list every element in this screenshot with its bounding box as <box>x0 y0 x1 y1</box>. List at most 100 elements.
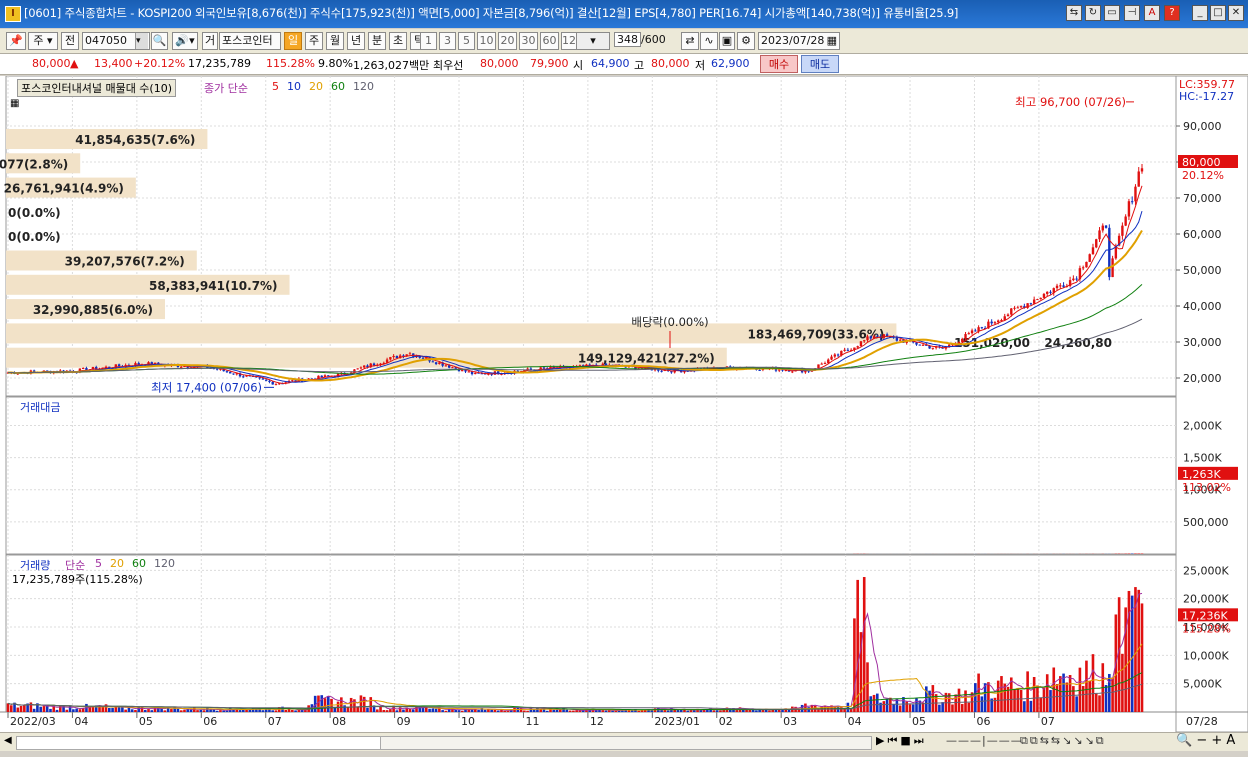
search-icon[interactable]: 🔍 <box>151 32 168 50</box>
volume-ratio: 115.28% <box>266 57 315 70</box>
grid-icon[interactable]: ▦ <box>10 98 19 109</box>
period-tab-3[interactable]: 년 <box>347 32 365 50</box>
volume-bar <box>1000 676 1003 712</box>
ask-value: 80,000 <box>480 57 519 70</box>
volume-bar <box>349 697 353 712</box>
amount-panel <box>5 396 1177 555</box>
interval-button-5[interactable]: 5 <box>458 32 475 50</box>
indicator-icon[interactable]: ∿ <box>700 32 718 50</box>
price-candle <box>604 363 608 366</box>
period-tab-0[interactable]: 일 <box>284 32 302 50</box>
period-tab-1[interactable]: 주 <box>305 32 323 50</box>
volume-bar <box>630 710 634 712</box>
minimize-button[interactable]: _ <box>1192 5 1208 21</box>
amount-legend[interactable]: 거래대금 <box>20 399 60 415</box>
volume-bar <box>117 707 121 712</box>
volume-bar <box>1003 683 1007 712</box>
compare-icon[interactable]: ⇄ <box>681 32 699 50</box>
volume-bar <box>1094 693 1098 712</box>
price-candle <box>974 330 977 332</box>
speaker-icon[interactable]: 🔊▾ <box>172 32 198 50</box>
volume-bar <box>434 708 438 712</box>
interval-input[interactable]: ▾ <box>576 32 610 50</box>
volume-bar <box>411 709 415 712</box>
x-tick-label: 06 <box>976 715 990 728</box>
refresh-icon[interactable]: ↻ <box>1085 5 1101 21</box>
price-legend-name[interactable]: 포스코인터내셔널 매물대 수(10) <box>17 79 177 97</box>
price-candle <box>444 365 448 367</box>
date-input[interactable]: 2023/07/28 ▦ <box>758 32 840 50</box>
count-field[interactable]: 348/600 <box>614 32 672 50</box>
sell-button[interactable]: 매도 <box>801 55 839 73</box>
volume-bar <box>389 709 392 712</box>
volume-bar <box>359 695 363 712</box>
volume-bar <box>457 710 461 712</box>
interval-button-60[interactable]: 60 <box>540 32 559 50</box>
close-button[interactable]: ✕ <box>1228 5 1244 21</box>
period-tab-5[interactable]: 초 <box>389 32 407 50</box>
stock-name-field[interactable]: 포스코인터 <box>219 32 281 50</box>
settings-icon[interactable]: ⚙ <box>737 32 755 50</box>
interval-button-1[interactable]: 1 <box>420 32 437 50</box>
open-label: 시 <box>573 59 584 72</box>
price-candle <box>1091 247 1095 255</box>
playback-controls[interactable]: ▶⏮■⏭ <box>876 734 927 748</box>
draw-tools[interactable]: ⧉⧉⇆⇆↘↘↘⧉ <box>1020 734 1106 748</box>
volume-bar <box>62 705 65 712</box>
zoom-slider[interactable]: ———|——— <box>946 734 1023 747</box>
scroll-thumb[interactable] <box>380 736 872 750</box>
amount-tick-label: 1,500K <box>1183 452 1222 465</box>
period-type-select[interactable]: 주 ▾ <box>28 32 58 50</box>
volume-bar <box>340 697 343 712</box>
volume-bar <box>980 696 984 712</box>
x-tick-label: 07 <box>1041 715 1055 728</box>
volume-bar <box>444 710 448 712</box>
interval-button-10[interactable]: 10 <box>477 32 496 50</box>
chart-area[interactable]: 2022/03 04 05 06 07 08 09 10 11 12 2023/01 02 03 04 05… <box>0 75 1248 733</box>
help-icon[interactable]: ? <box>1164 5 1180 21</box>
x-tick-label: 02 <box>719 715 733 728</box>
volume-bar <box>1039 697 1042 712</box>
interval-button-3[interactable]: 3 <box>439 32 456 50</box>
chart-svg[interactable]: 2022/03 04 05 06 07 08 09 10 11 12 2023/01 02 03 04 05… <box>0 75 1248 733</box>
period-tab-2[interactable]: 월 <box>326 32 344 50</box>
price-candle <box>1137 171 1140 187</box>
buy-button[interactable]: 매수 <box>760 55 798 73</box>
price-candle <box>830 356 833 360</box>
price-candle <box>997 320 1000 323</box>
price-candle <box>918 344 921 346</box>
volume-profile-label: 26,761,941(4.9%) <box>4 182 124 196</box>
period-tab-4[interactable]: 분 <box>368 32 386 50</box>
volume-bar <box>196 710 199 712</box>
price-candle <box>1108 227 1111 278</box>
volume-bar <box>176 708 180 712</box>
horizontal-scrollbar[interactable]: ◀ ▶⏮■⏭ ———|——— ⧉⧉⇆⇆↘↘↘⧉ 🔍 − + A <box>0 732 1248 751</box>
pin-icon[interactable]: ⊣ <box>1124 5 1140 21</box>
price-candle <box>1042 293 1046 298</box>
scroll-track[interactable] <box>16 736 382 750</box>
scroll-left-icon[interactable]: ◀ <box>4 735 12 746</box>
volume-bar <box>1075 696 1078 712</box>
ge-button[interactable]: 거 <box>202 32 218 50</box>
x-right-label: 07/28 <box>1186 715 1218 728</box>
volume-bar <box>804 703 807 712</box>
save-icon[interactable]: ▣ <box>719 32 735 50</box>
price-candle <box>117 364 121 367</box>
bid-value: 79,900 <box>530 57 569 70</box>
price-candle <box>1127 201 1131 217</box>
window-icon[interactable]: ▭ <box>1104 5 1120 21</box>
volume-bar <box>545 710 549 712</box>
code-input[interactable]: 047050 ▾ <box>82 32 150 50</box>
font-icon[interactable]: A <box>1144 5 1160 21</box>
pin-toggle-icon[interactable]: 📌 <box>6 32 26 50</box>
interval-button-30[interactable]: 30 <box>519 32 538 50</box>
price-candle <box>1039 297 1042 300</box>
price-candle <box>895 337 899 341</box>
jeon-button[interactable]: 전 <box>61 32 79 50</box>
interval-button-20[interactable]: 20 <box>498 32 517 50</box>
zoom-icons[interactable]: 🔍 − + A <box>1176 733 1235 748</box>
maximize-button[interactable]: □ <box>1210 5 1226 21</box>
volume-bar <box>565 709 569 712</box>
volume-bar <box>758 709 761 712</box>
link-icon[interactable]: ⇆ <box>1066 5 1082 21</box>
